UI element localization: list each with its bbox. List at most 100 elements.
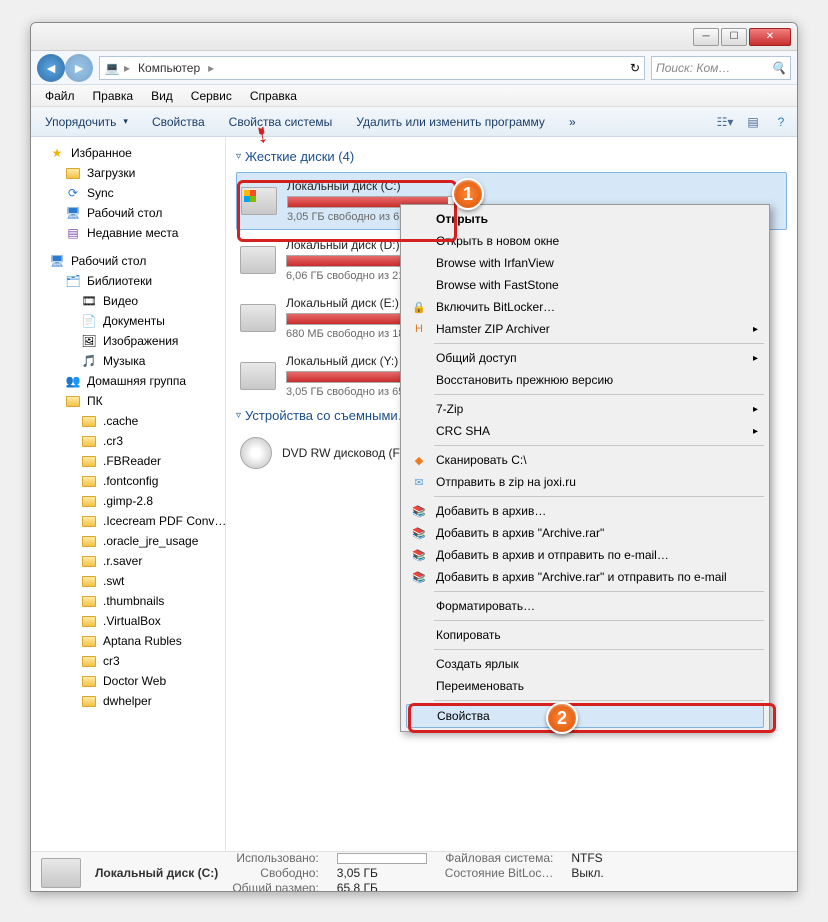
status-bar: Локальный диск (C:) Использовано: Файлов… bbox=[31, 851, 797, 892]
refresh-icon[interactable]: ↻ bbox=[630, 61, 640, 75]
ctx-archive-rar-email[interactable]: 📚Добавить в архив "Archive.rar" и отправ… bbox=[404, 566, 766, 588]
ctx-archive-email[interactable]: 📚Добавить в архив и отправить по e-mail… bbox=[404, 544, 766, 566]
menu-view[interactable]: Вид bbox=[143, 86, 181, 106]
nav-homegroup[interactable]: 👥Домашняя группа bbox=[31, 371, 225, 391]
libraries-icon: 🗂 bbox=[65, 273, 81, 289]
ctx-faststone[interactable]: Browse with FastStone bbox=[404, 274, 766, 296]
preview-pane-icon[interactable]: ▤ bbox=[743, 112, 763, 132]
ctx-format[interactable]: Форматировать… bbox=[404, 595, 766, 617]
desktop-icon: 🖥 bbox=[65, 205, 81, 221]
menubar: Файл Правка Вид Сервис Справка bbox=[31, 85, 797, 107]
help-icon[interactable]: ? bbox=[771, 112, 791, 132]
search-input[interactable]: Поиск: Ком… 🔍 bbox=[651, 56, 791, 80]
ctx-create-shortcut[interactable]: Создать ярлык bbox=[404, 653, 766, 675]
toolbar: Упорядочить Свойства Свойства системы Уд… bbox=[31, 107, 797, 137]
system-properties-button[interactable]: Свойства системы bbox=[221, 111, 341, 133]
nav-libraries[interactable]: 🗂Библиотеки bbox=[31, 271, 225, 291]
value-free: 3,05 ГБ bbox=[337, 866, 427, 880]
label-bitlocker: Состояние BitLoc… bbox=[445, 866, 554, 880]
nav-videos[interactable]: 🎞Видео bbox=[31, 291, 225, 311]
ctx-hamster[interactable]: HHamster ZIP Archiver bbox=[404, 318, 766, 340]
folder-icon bbox=[66, 396, 80, 407]
nav-folder[interactable]: .thumbnails bbox=[31, 591, 225, 611]
drive-icon bbox=[241, 187, 277, 215]
ctx-add-archive[interactable]: 📚Добавить в архив… bbox=[404, 500, 766, 522]
uninstall-button[interactable]: Удалить или изменить программу bbox=[348, 111, 553, 133]
ctx-open-new-window[interactable]: Открыть в новом окне bbox=[404, 230, 766, 252]
menu-edit[interactable]: Правка bbox=[85, 86, 142, 106]
organize-button[interactable]: Упорядочить bbox=[37, 111, 136, 133]
address-bar: ◄ ► 💻 ▸ Компьютер ▸ ↻ Поиск: Ком… 🔍 bbox=[31, 51, 797, 85]
value-used bbox=[337, 851, 427, 865]
ctx-open[interactable]: Открыть bbox=[404, 208, 766, 230]
maximize-button[interactable]: ☐ bbox=[721, 28, 747, 46]
chevron-right-icon: ▸ bbox=[124, 61, 130, 75]
drive-icon bbox=[240, 246, 276, 274]
annotation-marker-1: 1 bbox=[452, 178, 484, 210]
nav-folder[interactable]: .fontconfig bbox=[31, 471, 225, 491]
nav-back-button[interactable]: ◄ bbox=[37, 54, 65, 82]
toolbar-overflow[interactable]: » bbox=[561, 111, 584, 133]
nav-recent[interactable]: ▤Недавние места bbox=[31, 223, 225, 243]
ctx-properties[interactable]: Свойства bbox=[406, 704, 764, 728]
view-icon[interactable]: ☷▾ bbox=[715, 112, 735, 132]
ctx-scan[interactable]: ◆Сканировать C:\ bbox=[404, 449, 766, 471]
avast-icon: ◆ bbox=[410, 451, 428, 469]
nav-folder[interactable]: .VirtualBox bbox=[31, 611, 225, 631]
properties-button[interactable]: Свойства bbox=[144, 111, 213, 133]
nav-forward-button[interactable]: ► bbox=[65, 54, 93, 82]
ctx-crcsha[interactable]: CRC SHA bbox=[404, 420, 766, 442]
nav-folder[interactable]: dwhelper bbox=[31, 691, 225, 711]
nav-pc[interactable]: ПК bbox=[31, 391, 225, 411]
nav-folder[interactable]: .gimp-2.8 bbox=[31, 491, 225, 511]
nav-folder[interactable]: Aptana Rubles bbox=[31, 631, 225, 651]
nav-folder[interactable]: .cache bbox=[31, 411, 225, 431]
ctx-add-archive-rar[interactable]: 📚Добавить в архив "Archive.rar" bbox=[404, 522, 766, 544]
label-total: Общий размер: bbox=[232, 881, 318, 893]
computer-icon: 💻 bbox=[104, 60, 120, 76]
group-hard-disks[interactable]: Жесткие диски (4) bbox=[236, 149, 787, 164]
nav-desktop-fav[interactable]: 🖥Рабочий стол bbox=[31, 203, 225, 223]
nav-favorites[interactable]: ★Избранное bbox=[31, 143, 225, 163]
nav-folder[interactable]: .swt bbox=[31, 571, 225, 591]
nav-folder[interactable]: .cr3 bbox=[31, 431, 225, 451]
ctx-joxi[interactable]: ✉Отправить в zip на joxi.ru bbox=[404, 471, 766, 493]
nav-folder[interactable]: .r.saver bbox=[31, 551, 225, 571]
ctx-rename[interactable]: Переименовать bbox=[404, 675, 766, 697]
breadcrumb-item[interactable]: Компьютер bbox=[134, 59, 204, 77]
search-placeholder: Поиск: Ком… bbox=[656, 61, 730, 75]
chevron-right-icon: ▸ bbox=[208, 61, 214, 75]
ctx-copy[interactable]: Копировать bbox=[404, 624, 766, 646]
winrar-icon: 📚 bbox=[410, 568, 428, 586]
ctx-restore[interactable]: Восстановить прежнюю версию bbox=[404, 369, 766, 391]
breadcrumb[interactable]: 💻 ▸ Компьютер ▸ ↻ bbox=[99, 56, 645, 80]
menu-tools[interactable]: Сервис bbox=[183, 86, 240, 106]
menu-help[interactable]: Справка bbox=[242, 86, 305, 106]
ctx-bitlocker[interactable]: 🔒Включить BitLocker… bbox=[404, 296, 766, 318]
nav-desktop[interactable]: 🖥Рабочий стол bbox=[31, 251, 225, 271]
ctx-share[interactable]: Общий доступ bbox=[404, 347, 766, 369]
close-button[interactable]: ✕ bbox=[749, 28, 791, 46]
nav-documents[interactable]: 📄Документы bbox=[31, 311, 225, 331]
nav-pictures[interactable]: 🖼Изображения bbox=[31, 331, 225, 351]
nav-sync[interactable]: ⟳Sync bbox=[31, 183, 225, 203]
nav-folder[interactable]: cr3 bbox=[31, 651, 225, 671]
nav-music[interactable]: 🎵Музыка bbox=[31, 351, 225, 371]
nav-folder[interactable]: .FBReader bbox=[31, 451, 225, 471]
folder-icon bbox=[82, 576, 96, 587]
label-used: Использовано: bbox=[232, 851, 318, 865]
ctx-7zip[interactable]: 7-Zip bbox=[404, 398, 766, 420]
nav-downloads[interactable]: Загрузки bbox=[31, 163, 225, 183]
minimize-button[interactable]: ─ bbox=[693, 28, 719, 46]
nav-folder[interactable]: .Icecream PDF Conv… bbox=[31, 511, 225, 531]
search-icon: 🔍 bbox=[771, 61, 786, 75]
ctx-irfanview[interactable]: Browse with IrfanView bbox=[404, 252, 766, 274]
folder-icon bbox=[82, 436, 96, 447]
nav-folder[interactable]: .oracle_jre_usage bbox=[31, 531, 225, 551]
winrar-icon: 📚 bbox=[410, 502, 428, 520]
folder-icon bbox=[82, 596, 96, 607]
folder-icon bbox=[82, 616, 96, 627]
drive-icon bbox=[240, 304, 276, 332]
menu-file[interactable]: Файл bbox=[37, 86, 83, 106]
nav-folder[interactable]: Doctor Web bbox=[31, 671, 225, 691]
